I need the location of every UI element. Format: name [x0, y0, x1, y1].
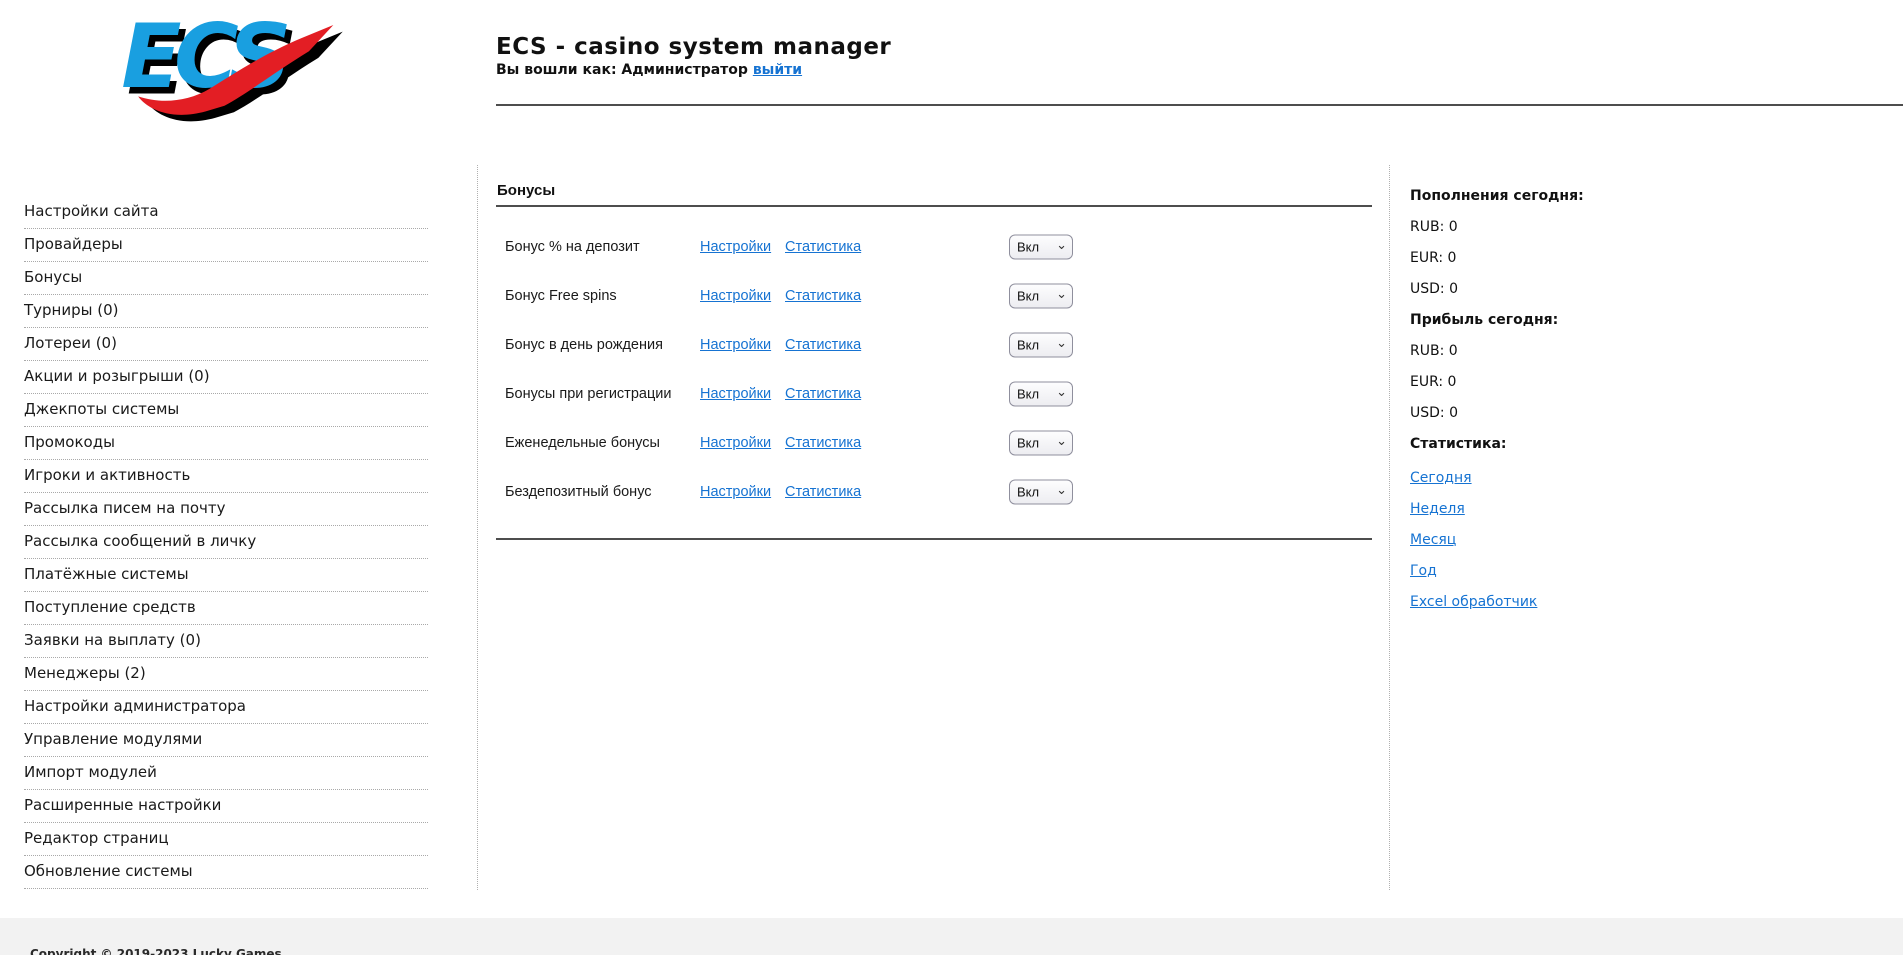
stats-link[interactable]: Сегодня: [1410, 470, 1472, 486]
bonus-row: Бонус % на депозит Настройки Статистика …: [496, 222, 1372, 271]
bonus-statistics-link[interactable]: Статистика: [785, 337, 861, 353]
page-title: ECS - casino system manager: [496, 34, 891, 60]
currency-value: RUB: 0: [1410, 219, 1890, 250]
footer: Copyright © 2019-2023 Lucky Games: [0, 918, 1903, 955]
bonus-statistics-link[interactable]: Статистика: [785, 239, 861, 255]
bonus-settings-link[interactable]: Настройки: [700, 239, 771, 255]
currency-value: USD: 0: [1410, 405, 1890, 436]
sidebar-item[interactable]: Провайдеры: [24, 229, 428, 262]
sidebar-item[interactable]: Менеджеры (2): [24, 658, 428, 691]
bonus-toggle: Вкл ⌄: [1009, 332, 1073, 357]
stats-link-row: Excel обработчик: [1410, 591, 1890, 622]
bonus-label: Еженедельные бонусы: [505, 435, 660, 451]
profit-today-values: RUB: 0EUR: 0USD: 0: [1410, 343, 1890, 436]
sidebar-item[interactable]: Обновление системы: [24, 856, 428, 889]
section-divider-bottom: [496, 538, 1372, 540]
sidebar-item[interactable]: Управление модулями: [24, 724, 428, 757]
bonus-statistics-link[interactable]: Статистика: [785, 435, 861, 451]
login-status-text: Вы вошли как: Администратор: [496, 62, 748, 78]
currency-value: RUB: 0: [1410, 343, 1890, 374]
sidebar-item[interactable]: Рассылка писем на почту: [24, 493, 428, 526]
left-column-divider: [477, 165, 478, 890]
ecs-logo-image: ECS ECS: [112, 10, 352, 132]
bonus-row: Бонус Free spins Настройки Статистика Вк…: [496, 271, 1372, 320]
sidebar-item[interactable]: Настройки сайта: [24, 196, 428, 229]
stats-link[interactable]: Excel обработчик: [1410, 594, 1537, 610]
header-divider: [496, 104, 1903, 106]
bonus-statistics-link[interactable]: Статистика: [785, 386, 861, 402]
sidebar-item[interactable]: Импорт модулей: [24, 757, 428, 790]
sidebar-item[interactable]: Расширенные настройки: [24, 790, 428, 823]
summary-panel: Пополнения сегодня: RUB: 0EUR: 0USD: 0 П…: [1410, 188, 1890, 622]
stats-link[interactable]: Год: [1410, 563, 1437, 579]
login-status: Вы вошли как: Администратор выйти: [496, 62, 802, 78]
currency-value: USD: 0: [1410, 281, 1890, 312]
bonus-toggle: Вкл ⌄: [1009, 234, 1073, 259]
sidebar-item[interactable]: Платёжные системы: [24, 559, 428, 592]
sidebar-item[interactable]: Заявки на выплату (0): [24, 625, 428, 658]
bonus-statistics-link[interactable]: Статистика: [785, 288, 861, 304]
bonus-toggle-select[interactable]: Вкл: [1009, 430, 1073, 455]
bonus-label: Бонус Free spins: [505, 288, 617, 304]
bonus-settings-link[interactable]: Настройки: [700, 435, 771, 451]
page: ECS ECS ECS - casino system manager Вы в…: [0, 0, 1903, 955]
bonus-settings-link[interactable]: Настройки: [700, 386, 771, 402]
section-divider-top: [496, 205, 1372, 207]
copyright-text: Copyright © 2019-2023 Lucky Games: [30, 947, 282, 955]
bonus-label: Бонус в день рождения: [505, 337, 663, 353]
ecs-logo: ECS ECS: [112, 10, 352, 132]
bonus-row: Бездепозитный бонус Настройки Статистика…: [496, 467, 1372, 516]
statistics-links: Сегодня Неделя Месяц Год Excel обработчи…: [1410, 467, 1890, 622]
sidebar-item[interactable]: Акции и розыгрыши (0): [24, 361, 428, 394]
stats-link-row: Месяц: [1410, 529, 1890, 560]
stats-link-row: Неделя: [1410, 498, 1890, 529]
logout-link[interactable]: выйти: [753, 62, 802, 78]
bonus-toggle: Вкл ⌄: [1009, 479, 1073, 504]
bonus-toggle-select[interactable]: Вкл: [1009, 332, 1073, 357]
stats-link-row: Сегодня: [1410, 467, 1890, 498]
section-title: Бонусы: [497, 182, 555, 199]
sidebar-item[interactable]: Турниры (0): [24, 295, 428, 328]
bonus-settings-link[interactable]: Настройки: [700, 337, 771, 353]
profit-today-title: Прибыль сегодня:: [1410, 312, 1890, 343]
bonus-row: Еженедельные бонусы Настройки Статистика…: [496, 418, 1372, 467]
bonus-toggle-select[interactable]: Вкл: [1009, 234, 1073, 259]
sidebar-item[interactable]: Поступление средств: [24, 592, 428, 625]
bonus-row: Бонус в день рождения Настройки Статисти…: [496, 320, 1372, 369]
statistics-title: Статистика:: [1410, 436, 1890, 467]
bonus-toggle: Вкл ⌄: [1009, 283, 1073, 308]
sidebar-item[interactable]: Бонусы: [24, 262, 428, 295]
bonus-row: Бонусы при регистрации Настройки Статист…: [496, 369, 1372, 418]
sidebar-item[interactable]: Игроки и активность: [24, 460, 428, 493]
sidebar-item[interactable]: Лотереи (0): [24, 328, 428, 361]
bonus-toggle-select[interactable]: Вкл: [1009, 479, 1073, 504]
currency-value: EUR: 0: [1410, 250, 1890, 281]
bonus-label: Бонусы при регистрации: [505, 386, 671, 402]
currency-value: EUR: 0: [1410, 374, 1890, 405]
deposits-today-values: RUB: 0EUR: 0USD: 0: [1410, 219, 1890, 312]
bonus-toggle-select[interactable]: Вкл: [1009, 283, 1073, 308]
bonus-statistics-link[interactable]: Статистика: [785, 484, 861, 500]
bonus-label: Бонус % на депозит: [505, 239, 640, 255]
sidebar-item[interactable]: Джекпоты системы: [24, 394, 428, 427]
stats-link[interactable]: Месяц: [1410, 532, 1456, 548]
stats-link-row: Год: [1410, 560, 1890, 591]
sidebar-item[interactable]: Рассылка сообщений в личку: [24, 526, 428, 559]
deposits-today-title: Пополнения сегодня:: [1410, 188, 1890, 219]
bonus-settings-link[interactable]: Настройки: [700, 288, 771, 304]
sidebar-item[interactable]: Редактор страниц: [24, 823, 428, 856]
sidebar-item[interactable]: Промокоды: [24, 427, 428, 460]
right-column-divider: [1389, 165, 1390, 890]
bonus-settings-link[interactable]: Настройки: [700, 484, 771, 500]
stats-link[interactable]: Неделя: [1410, 501, 1465, 517]
bonus-list: Бонус % на депозит Настройки Статистика …: [496, 222, 1372, 516]
bonus-toggle: Вкл ⌄: [1009, 381, 1073, 406]
sidebar-menu: Настройки сайтаПровайдерыБонусыТурниры (…: [24, 196, 428, 889]
bonus-label: Бездепозитный бонус: [505, 484, 652, 500]
bonus-toggle-select[interactable]: Вкл: [1009, 381, 1073, 406]
bonus-toggle: Вкл ⌄: [1009, 430, 1073, 455]
sidebar-item[interactable]: Настройки администратора: [24, 691, 428, 724]
